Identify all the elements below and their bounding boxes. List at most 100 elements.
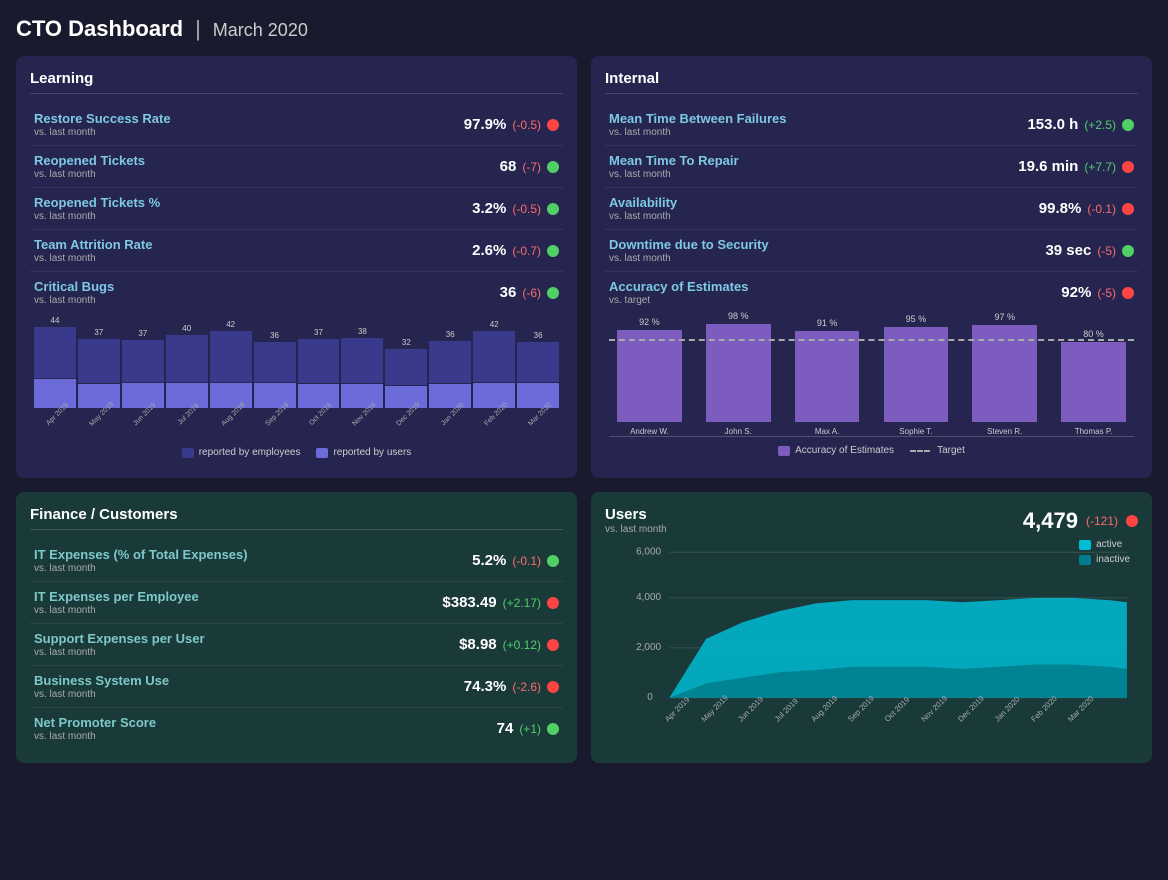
bar-emp (166, 335, 208, 382)
metric-sub: vs. last month (609, 211, 1039, 222)
metric-value: 19.6 min (1018, 158, 1078, 175)
bar-group: 37 Jun 2019 (122, 329, 164, 419)
metric-value-group: 19.6 min (+7.7) (1018, 158, 1134, 175)
bar-usr (122, 383, 164, 408)
internal-metric-row: Accuracy of Estimates vs. target 92% (-5… (605, 272, 1138, 313)
metric-dot (547, 597, 559, 609)
bar-emp (473, 331, 515, 382)
metric-sub: vs. last month (34, 295, 500, 306)
metric-value-group: 153.0 h (+2.5) (1027, 116, 1134, 133)
bar-label-top: 37 (314, 328, 323, 337)
legend-emp-box (182, 448, 194, 458)
bar-usr (34, 379, 76, 408)
metric-label: Support Expenses per User vs. last month (34, 631, 459, 658)
metric-label: Mean Time Between Failures vs. last mont… (609, 111, 1027, 138)
svg-text:0: 0 (647, 692, 653, 703)
users-dot (1126, 515, 1138, 527)
metric-value-group: 68 (-7) (500, 158, 559, 175)
metric-value-group: $383.49 (+2.17) (442, 594, 559, 611)
metric-sub: vs. last month (34, 169, 500, 180)
bar-emp (517, 342, 559, 382)
metric-label: Net Promoter Score vs. last month (34, 715, 497, 742)
header-divider: | (195, 16, 201, 42)
metric-change: (+2.17) (503, 596, 541, 610)
metric-value: $8.98 (459, 636, 497, 653)
metric-dot (547, 287, 559, 299)
finance-metric-row: Net Promoter Score vs. last month 74 (+1… (30, 708, 563, 749)
metric-label: Availability vs. last month (609, 195, 1039, 222)
metric-value: $383.49 (442, 594, 496, 611)
metric-dot (1122, 203, 1134, 215)
metric-label: Mean Time To Repair vs. last month (609, 153, 1018, 180)
metric-dot (1122, 287, 1134, 299)
finance-metrics: IT Expenses (% of Total Expenses) vs. la… (30, 540, 563, 749)
bar-stack (78, 339, 120, 408)
bar-stack (298, 339, 340, 408)
finance-metric-row: Support Expenses per User vs. last month… (30, 624, 563, 666)
bar-stack (122, 340, 164, 408)
metric-name: Reopened Tickets (34, 153, 500, 168)
metric-sub: vs. last month (34, 605, 442, 616)
bar-group: 38 Nov 2019 (341, 327, 383, 419)
metric-change: (-2.6) (512, 680, 541, 694)
legend-usr-box (316, 448, 328, 458)
metric-sub: vs. target (609, 295, 1061, 306)
metric-value: 39 sec (1045, 242, 1091, 259)
metric-change: (-7) (522, 160, 541, 174)
metric-value: 153.0 h (1027, 116, 1078, 133)
metric-value-group: 92% (-5) (1061, 284, 1134, 301)
metric-name: Downtime due to Security (609, 237, 1045, 252)
dashboard-header: CTO Dashboard | March 2020 (16, 16, 1152, 42)
metric-name: Business System Use (34, 673, 464, 688)
svg-text:Jan 2020: Jan 2020 (993, 694, 1022, 723)
metric-dot (547, 119, 559, 131)
legend-inactive: inactive (1079, 554, 1130, 565)
acc-bar (795, 331, 860, 422)
bar-emp (210, 331, 252, 382)
metric-label: Restore Success Rate vs. last month (34, 111, 464, 138)
acc-bar-group: 91 % Max A. (787, 318, 868, 436)
metric-change: (+7.7) (1084, 160, 1116, 174)
metric-label: Reopened Tickets vs. last month (34, 153, 500, 180)
acc-bar-pct: 97 % (994, 312, 1015, 322)
metric-value-group: 97.9% (-0.5) (464, 116, 559, 133)
bar-group: 44 Apr 2019 (34, 316, 76, 419)
metric-dot (547, 681, 559, 693)
acc-legend: Accuracy of Estimates Target (609, 445, 1134, 456)
legend-usr: reported by users (316, 447, 411, 458)
acc-bar-group: 98 % John S. (698, 311, 779, 436)
internal-metric-row: Downtime due to Security vs. last month … (605, 230, 1138, 272)
metric-value-group: 3.2% (-0.5) (472, 200, 559, 217)
internal-metric-row: Mean Time Between Failures vs. last mont… (605, 104, 1138, 146)
metric-change: (-0.7) (512, 244, 541, 258)
bar-label-top: 36 (534, 331, 543, 340)
metric-label: Downtime due to Security vs. last month (609, 237, 1045, 264)
bar-usr (385, 386, 427, 408)
users-value-group: 4,479 (-121) (1023, 508, 1138, 534)
bar-usr (166, 383, 208, 408)
bar-label-top: 37 (138, 329, 147, 338)
svg-text:2,000: 2,000 (636, 642, 661, 653)
header-date: March 2020 (213, 20, 308, 41)
metric-name: Mean Time Between Failures (609, 111, 1027, 126)
acc-bar-pct: 92 % (639, 317, 660, 327)
metric-value: 5.2% (472, 552, 506, 569)
metric-name: Team Attrition Rate (34, 237, 472, 252)
metric-value-group: $8.98 (+0.12) (459, 636, 559, 653)
bar-emp (341, 338, 383, 383)
metric-label: Team Attrition Rate vs. last month (34, 237, 472, 264)
learning-metric-row: Reopened Tickets vs. last month 68 (-7) (30, 146, 563, 188)
acc-bar-group: 95 % Sophie T. (875, 314, 956, 436)
metric-sub: vs. last month (34, 127, 464, 138)
bar-label-top: 44 (51, 316, 60, 325)
legend-acc-box (778, 446, 790, 456)
metric-sub: vs. last month (34, 647, 459, 658)
metric-name: Availability (609, 195, 1039, 210)
metric-value: 97.9% (464, 116, 507, 133)
bar-emp (78, 339, 120, 383)
users-title-group: Users vs. last month (605, 506, 667, 535)
metric-value-group: 2.6% (-0.7) (472, 242, 559, 259)
bar-group: 37 May 2019 (78, 328, 120, 419)
users-change: (-121) (1086, 514, 1118, 528)
bar-label-top: 37 (94, 328, 103, 337)
